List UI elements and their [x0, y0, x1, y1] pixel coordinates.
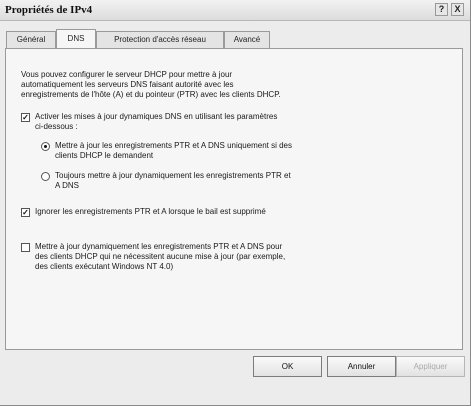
always-update-label[interactable]: Toujours mettre à jour dynamiquement les…	[55, 171, 435, 191]
label-line: des clients DHCP qui ne nécessitent aucu…	[35, 252, 286, 261]
intro-line: enregistrements de l'hôte (A) et du poin…	[21, 90, 281, 99]
enable-dynamic-updates-checkbox[interactable]: ✓	[21, 113, 30, 122]
label-line: ci-dessous :	[35, 122, 78, 131]
tab-advanced[interactable]: Avancé	[224, 31, 270, 48]
intro-line: automatiquement les serveurs DNS faisant…	[21, 80, 234, 89]
update-legacy-clients-label[interactable]: Mettre à jour dynamiquement les enregist…	[35, 242, 435, 272]
update-legacy-clients-checkbox[interactable]	[21, 243, 30, 252]
help-button[interactable]: ?	[435, 3, 448, 16]
label-line: des clients exécutant Windows NT 4.0)	[35, 262, 174, 271]
tab-network-access-protection[interactable]: Protection d'accès réseau	[96, 31, 224, 48]
discard-records-label[interactable]: Ignorer les enregistrements PTR et A lor…	[35, 207, 435, 217]
intro-line: Vous pouvez configurer le serveur DHCP p…	[21, 70, 233, 79]
title-bar: Propriétés de IPv4 ? X	[0, 0, 470, 21]
update-on-request-label[interactable]: Mettre à jour les enregistrements PTR et…	[55, 141, 435, 161]
label-line: Activer les mises à jour dynamiques DNS …	[35, 112, 278, 121]
always-update-radio[interactable]	[41, 172, 50, 181]
tab-dns[interactable]: DNS	[56, 29, 96, 48]
ipv4-properties-dialog: Propriétés de IPv4 ? X Général DNS Prote…	[0, 0, 471, 406]
update-on-request-radio[interactable]	[41, 142, 50, 151]
radio-selected-dot	[44, 145, 47, 148]
dialog-title: Propriétés de IPv4	[5, 4, 93, 16]
label-line: Mettre à jour dynamiquement les enregist…	[35, 242, 283, 251]
discard-records-checkbox[interactable]: ✓	[21, 208, 30, 217]
label-line: Toujours mettre à jour dynamiquement les…	[55, 171, 291, 180]
intro-text: Vous pouvez configurer le serveur DHCP p…	[21, 70, 441, 100]
tab-general[interactable]: Général	[6, 31, 56, 48]
label-line: Mettre à jour les enregistrements PTR et…	[55, 141, 292, 150]
cancel-button[interactable]: Annuler	[327, 356, 396, 377]
enable-dynamic-updates-label[interactable]: Activer les mises à jour dynamiques DNS …	[35, 112, 435, 132]
label-line: clients DHCP le demandent	[55, 151, 154, 160]
apply-button[interactable]: Appliquer	[396, 356, 465, 377]
close-button[interactable]: X	[451, 3, 464, 16]
ok-button[interactable]: OK	[253, 356, 322, 377]
label-line: A DNS	[55, 181, 80, 190]
